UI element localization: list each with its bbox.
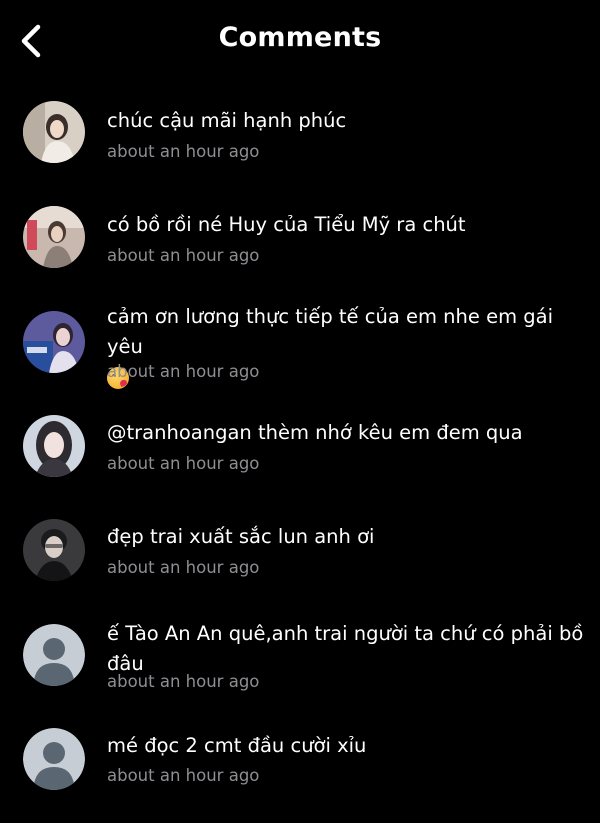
comment-timestamp: about an hour ago (107, 558, 260, 577)
page-title: Comments (218, 22, 382, 53)
comment-timestamp: about an hour ago (107, 766, 260, 785)
comment-text: @tranhoangan thèm nhớ kêu em đem qua (107, 421, 523, 444)
comment-timestamp: about an hour ago (107, 454, 260, 473)
avatar[interactable] (23, 311, 85, 373)
avatar[interactable] (23, 519, 85, 581)
comment-text: có bồ rồi né Huy của Tiểu Mỹ ra chút (107, 213, 466, 236)
avatar[interactable] (23, 101, 85, 163)
comment-text: chúc cậu mãi hạnh phúc (107, 109, 347, 132)
avatar[interactable] (23, 206, 85, 268)
default-avatar-icon[interactable] (23, 728, 85, 790)
comment-text-content: cảm ơn lương thực tiếp tế của em nhe em … (107, 305, 554, 358)
comment-text: ế Tào An An quê,anh trai người ta chứ có… (107, 622, 584, 675)
comment-timestamp: about an hour ago (107, 142, 260, 161)
comment-text: đẹp trai xuất sắc lun anh ơi (107, 525, 375, 548)
comment-timestamp: about an hour ago (107, 246, 260, 265)
avatar[interactable] (23, 415, 85, 477)
header-bar: Comments (0, 0, 600, 82)
default-avatar-icon[interactable] (23, 624, 85, 686)
comment-timestamp: about an hour ago (107, 362, 260, 381)
comment-text: mé đọc 2 cmt đầu cười xỉu (107, 734, 367, 757)
comment-timestamp: about an hour ago (107, 672, 260, 691)
